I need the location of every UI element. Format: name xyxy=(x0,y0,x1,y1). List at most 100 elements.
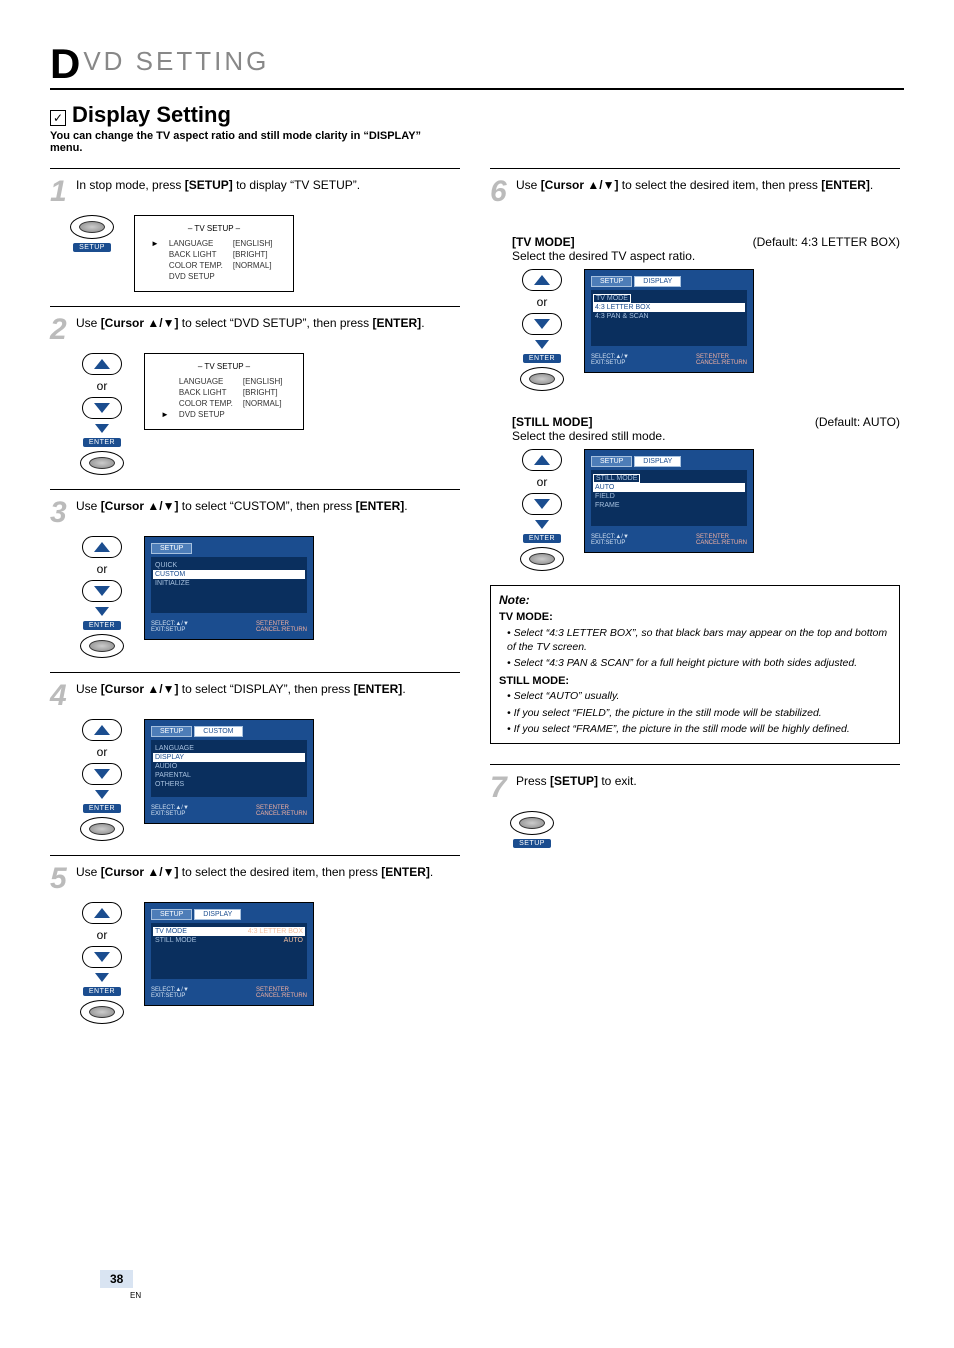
text: . xyxy=(402,682,405,696)
step-4-media: or ENTER SETUP CUSTOM LANGUAGE DISPLAY A… xyxy=(80,719,460,841)
osd-label: BACK LIGHT xyxy=(165,250,227,259)
remote-cursor-enter-group: or ENTER xyxy=(80,719,124,841)
remote-setup-button: SETUP xyxy=(70,215,114,252)
tvmode-default: (Default: 4:3 LETTER BOX) xyxy=(753,235,900,249)
osd-tab-setup: SETUP xyxy=(591,456,632,467)
cursor-up-button-icon xyxy=(82,353,122,375)
enter-button-icon xyxy=(80,1000,124,1024)
note-item: Select “4:3 LETTER BOX”, so that black b… xyxy=(507,625,891,655)
footer-l2: EXIT:SETUP xyxy=(151,993,185,999)
setup-button-label: SETUP xyxy=(513,839,551,848)
osd-tab-setup: SETUP xyxy=(591,276,632,287)
osd-value xyxy=(229,272,277,281)
text: . xyxy=(870,178,873,192)
step-1-media: SETUP – TV SETUP – ►LANGUAGE[ENGLISH] BA… xyxy=(70,215,460,292)
osd-label: DVD SETUP xyxy=(175,410,237,419)
text: In stop mode, press xyxy=(76,178,185,192)
step-number: 3 xyxy=(50,498,68,528)
setup-button-label: SETUP xyxy=(73,243,111,252)
footer-r2: CANCEL:RETURN xyxy=(256,627,307,633)
stillmode-default: (Default: AUTO) xyxy=(815,415,900,429)
osd-tvmode-submenu: SETUP DISPLAY TV MODE 4:3 LETTER BOX 4:3… xyxy=(584,269,754,373)
enter-button-label: ENTER xyxy=(83,621,121,630)
bold: [Cursor ▲/▼] xyxy=(101,865,179,879)
enter-button-label: ENTER xyxy=(83,804,121,813)
remote-cursor-enter-group: or ENTER xyxy=(80,902,124,1024)
footer-r2: CANCEL:RETURN xyxy=(696,540,747,546)
page-language: EN xyxy=(130,1291,141,1300)
step-7-media: SETUP xyxy=(510,811,900,848)
osd-pointer xyxy=(157,377,173,386)
osd-tv-setup-2: – TV SETUP – LANGUAGE[ENGLISH] BACK LIGH… xyxy=(144,353,304,430)
osd-tab-setup: SETUP xyxy=(151,543,192,554)
osd-tab-display: DISPLAY xyxy=(634,276,681,287)
flow-arrow-down-icon xyxy=(95,973,109,982)
step-3-media: or ENTER SETUP QUICK CUSTOM INITIALIZE S… xyxy=(80,536,460,658)
divider xyxy=(490,168,900,169)
text: Use xyxy=(516,178,541,192)
step-5-text: Use [Cursor ▲/▼] to select the desired i… xyxy=(76,864,433,881)
tvmode-desc: Select the desired TV aspect ratio. xyxy=(512,249,900,263)
step-3: 3 Use [Cursor ▲/▼] to select “CUSTOM”, t… xyxy=(50,498,460,528)
osd-menu-area: STILL MODE AUTO FIELD FRAME xyxy=(591,470,747,526)
osd-menu-item-highlight: AUTO xyxy=(593,483,745,492)
setup-button-icon xyxy=(70,215,114,239)
osd-menu-item: 4:3 PAN & SCAN xyxy=(593,312,745,321)
step-1: 1 In stop mode, press [SETUP] to display… xyxy=(50,177,460,207)
cursor-down-button-icon xyxy=(522,493,562,515)
osd-label: BACK LIGHT xyxy=(175,388,237,397)
note-item: Select “AUTO” usually. xyxy=(507,688,891,704)
section-title: Display Setting xyxy=(72,102,231,128)
enter-button-label: ENTER xyxy=(83,438,121,447)
osd-tv-setup: – TV SETUP – ►LANGUAGE[ENGLISH] BACK LIG… xyxy=(134,215,294,292)
step-1-text: In stop mode, press [SETUP] to display “… xyxy=(76,177,360,194)
bold: [ENTER] xyxy=(373,316,422,330)
text: . xyxy=(421,316,424,330)
step-7: 7 Press [SETUP] to exit. xyxy=(490,773,900,803)
bold: [Cursor ▲/▼] xyxy=(101,499,179,513)
cursor-up-button-icon xyxy=(522,269,562,291)
osd-table: LANGUAGE[ENGLISH] BACK LIGHT[BRIGHT] COL… xyxy=(155,375,288,421)
remote-cursor-enter-group: or ENTER xyxy=(520,269,564,391)
cursor-up-button-icon xyxy=(82,536,122,558)
osd-value: [ENGLISH] xyxy=(229,239,277,248)
divider xyxy=(50,855,460,856)
osd-menu-item-highlight: DISPLAY xyxy=(153,753,305,762)
step-number: 5 xyxy=(50,864,68,894)
text: Press xyxy=(516,774,550,788)
osd-menu-item: STILL MODEAUTO xyxy=(153,936,305,945)
osd-label: LANGUAGE xyxy=(165,239,227,248)
bold: [SETUP] xyxy=(185,178,233,192)
or-label: or xyxy=(537,475,548,489)
osd-menu-item: LANGUAGE xyxy=(153,744,305,753)
text: Use xyxy=(76,865,101,879)
intro-text: You can change the TV aspect ratio and s… xyxy=(50,130,450,154)
step-6: 6 Use [Cursor ▲/▼] to select the desired… xyxy=(490,177,900,207)
osd-tab-setup: SETUP xyxy=(151,909,192,920)
text: Use xyxy=(76,682,101,696)
or-label: or xyxy=(97,745,108,759)
osd-menu-item-highlight: 4:3 LETTER BOX xyxy=(593,303,745,312)
enter-button-label: ENTER xyxy=(523,354,561,363)
step-4-text: Use [Cursor ▲/▼] to select “DISPLAY”, th… xyxy=(76,681,406,698)
osd-menu-item: FRAME xyxy=(593,501,745,510)
flow-arrow-down-icon xyxy=(535,340,549,349)
tvmode-label: [TV MODE] xyxy=(512,235,575,249)
step-4: 4 Use [Cursor ▲/▼] to select “DISPLAY”, … xyxy=(50,681,460,711)
stillmode-desc: Select the desired still mode. xyxy=(512,429,900,443)
remote-setup-button: SETUP xyxy=(510,811,554,848)
text: to display “TV SETUP”. xyxy=(233,178,360,192)
step-2: 2 Use [Cursor ▲/▼] to select “DVD SETUP”… xyxy=(50,315,460,345)
cursor-down-button-icon xyxy=(82,397,122,419)
text: to exit. xyxy=(598,774,637,788)
osd-label: DVD SETUP xyxy=(165,272,227,281)
osd-pointer xyxy=(157,388,173,397)
enter-button-label: ENTER xyxy=(523,534,561,543)
step-2-media: or ENTER – TV SETUP – LANGUAGE[ENGLISH] … xyxy=(80,353,460,475)
osd-menu-item: PARENTAL xyxy=(153,771,305,780)
setup-button-icon xyxy=(510,811,554,835)
osd-submenu-header: TV MODE xyxy=(593,294,631,303)
osd-value: 4:3 LETTER BOX xyxy=(248,928,303,935)
osd-value: [ENGLISH] xyxy=(239,377,287,386)
enter-button-icon xyxy=(520,547,564,571)
